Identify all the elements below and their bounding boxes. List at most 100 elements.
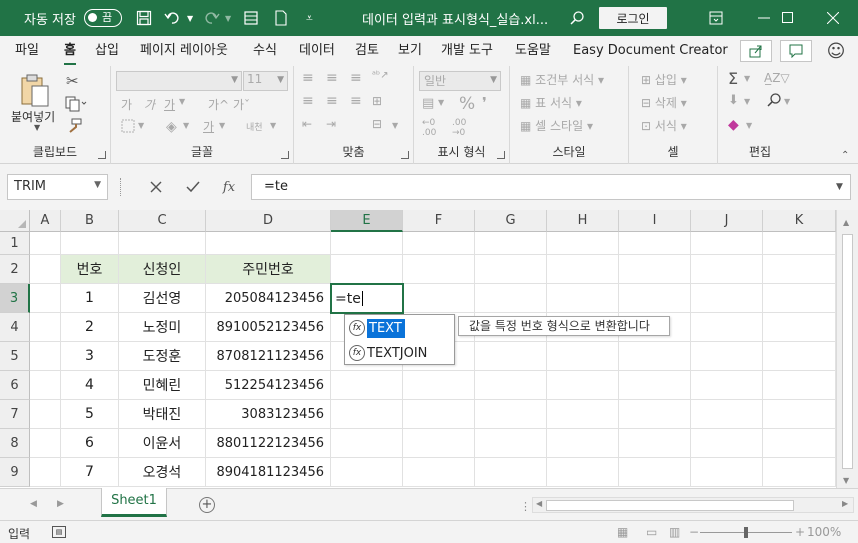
name-box-dropdown-icon[interactable]: ▼ [94,180,101,190]
table-cell[interactable]: 6 [61,429,119,458]
page-layout-view-icon[interactable]: ▭ [646,525,657,539]
grid-cell[interactable] [547,342,619,371]
row-header[interactable]: 6 [0,371,30,400]
grid-cell[interactable] [403,400,475,429]
customize-qat-icon[interactable]: ⩡ [306,0,313,36]
tab-split-handle[interactable]: ⋮ [520,500,531,513]
grid-cell[interactable] [691,255,763,284]
scroll-down-icon[interactable]: ▼ [843,476,849,485]
vertical-scroll-thumb[interactable] [842,234,853,469]
comma-style-icon[interactable]: ❜ [482,94,487,112]
underline-dropdown-icon[interactable]: ▼ [179,97,185,106]
table-cell[interactable]: 도정훈 [119,342,206,371]
grid-cell[interactable] [763,284,836,313]
table-cell[interactable]: 205084123456 [206,284,331,313]
format-cells-button[interactable]: ⊡ 서식 ▾ [641,117,687,134]
table-cell[interactable]: 2 [61,313,119,342]
table-cell[interactable]: 8904181123456 [206,458,331,487]
accounting-format-icon[interactable]: ▤ [422,96,434,111]
grid-cell[interactable] [331,458,403,487]
percent-style-icon[interactable]: % [459,94,475,114]
alignment-launcher-icon[interactable] [401,151,409,159]
bold-button[interactable]: 가 [121,96,132,113]
search-icon[interactable] [566,0,588,36]
format-painter-icon[interactable] [66,118,82,137]
table-cell[interactable]: 박태진 [119,400,206,429]
increase-indent-icon[interactable]: ⇥ [326,117,336,131]
autocomplete-item[interactable]: fx TEXT [346,316,453,340]
grid-cell[interactable] [691,458,763,487]
merge-dropdown-icon[interactable]: ▼ [392,121,398,130]
grid-cell[interactable] [763,255,836,284]
table-header-cell[interactable]: 주민번호 [206,255,331,284]
grid-cell[interactable] [691,371,763,400]
number-launcher-icon[interactable] [497,151,505,159]
prev-sheet-icon[interactable]: ◀ [30,499,37,509]
fill-color-icon[interactable]: ◈ [166,119,177,135]
grid-cell[interactable] [619,429,691,458]
cell-styles-button[interactable]: ▦ 셀 스타일 ▾ [520,117,593,134]
accounting-dropdown-icon[interactable]: ▼ [438,98,444,107]
table-cell[interactable]: 민혜린 [119,371,206,400]
grid-cell[interactable] [30,313,61,342]
insert-function-icon[interactable]: fx [218,174,240,200]
font-size-combo[interactable]: 11 ▼ [243,71,288,91]
grid-cell[interactable] [331,400,403,429]
font-color-dropdown-icon[interactable]: ▼ [219,121,225,130]
grid-cell[interactable] [619,342,691,371]
table-cell[interactable]: 3 [61,342,119,371]
grid-cell[interactable] [331,371,403,400]
grid-cell[interactable] [403,255,475,284]
text-orientation-icon[interactable]: ᵃᵇ↗ [372,70,389,81]
grid-cell[interactable] [763,371,836,400]
grid-cell[interactable] [30,232,61,255]
align-top-icon[interactable]: ≡ [302,70,314,86]
column-header[interactable]: J [691,210,763,232]
row-header[interactable]: 1 [0,232,30,255]
collapse-ribbon-icon[interactable]: ⌃ [841,150,849,161]
tab-file[interactable]: 파일 [15,41,39,61]
grid-cell[interactable] [475,255,547,284]
row-header[interactable]: 7 [0,400,30,429]
grid-cell[interactable] [763,313,836,342]
zoom-in-icon[interactable]: + [795,525,805,539]
table-cell[interactable]: 8801122123456 [206,429,331,458]
row-header[interactable]: 8 [0,429,30,458]
grid-cell[interactable] [547,284,619,313]
conditional-formatting-button[interactable]: ▦ 조건부 서식 ▾ [520,71,604,88]
sheet-tab[interactable]: Sheet1 [101,488,167,517]
grid-cell[interactable] [547,400,619,429]
close-icon[interactable] [810,0,856,36]
grid-cell[interactable] [30,400,61,429]
sort-filter-icon[interactable]: A̲Z▽ [764,71,790,85]
grid-cell[interactable] [403,458,475,487]
increase-decimal-icon[interactable]: ←0.00 [422,118,436,138]
phonetic-dropdown-icon[interactable]: ▼ [270,121,276,130]
grid-cell[interactable] [619,255,691,284]
wrap-text-icon[interactable]: ⊞ [372,94,382,108]
column-header[interactable]: F [403,210,475,232]
grid-cell[interactable] [691,232,763,255]
underline-button[interactable]: 가 [164,96,175,113]
grid-cell[interactable] [206,232,331,255]
table-cell[interactable]: 512254123456 [206,371,331,400]
name-box[interactable]: TRIM ▼ [7,174,108,200]
font-name-combo[interactable]: ▼ [116,71,242,91]
decrease-decimal-icon[interactable]: .00 →0 [452,118,466,138]
accessibility-icon[interactable]: ▤ [52,526,66,538]
save-icon[interactable] [133,0,155,36]
grid-cell[interactable] [403,232,475,255]
login-button[interactable]: 로그인 [599,7,667,29]
grid-cell[interactable] [619,400,691,429]
table-cell[interactable]: 5 [61,400,119,429]
grid-cell[interactable] [691,313,763,342]
grid-cell[interactable] [547,371,619,400]
italic-button[interactable]: 가 [144,96,155,113]
number-format-combo[interactable]: 일반 ▼ [419,71,501,91]
grid-cell[interactable] [403,371,475,400]
zoom-slider-knob[interactable] [744,527,748,538]
insert-cells-button[interactable]: ⊞ 삽입 ▾ [641,71,687,88]
align-left-icon[interactable]: ≡ [302,93,314,109]
grid-cell[interactable] [30,255,61,284]
normal-view-icon[interactable]: ▦ [617,525,628,539]
